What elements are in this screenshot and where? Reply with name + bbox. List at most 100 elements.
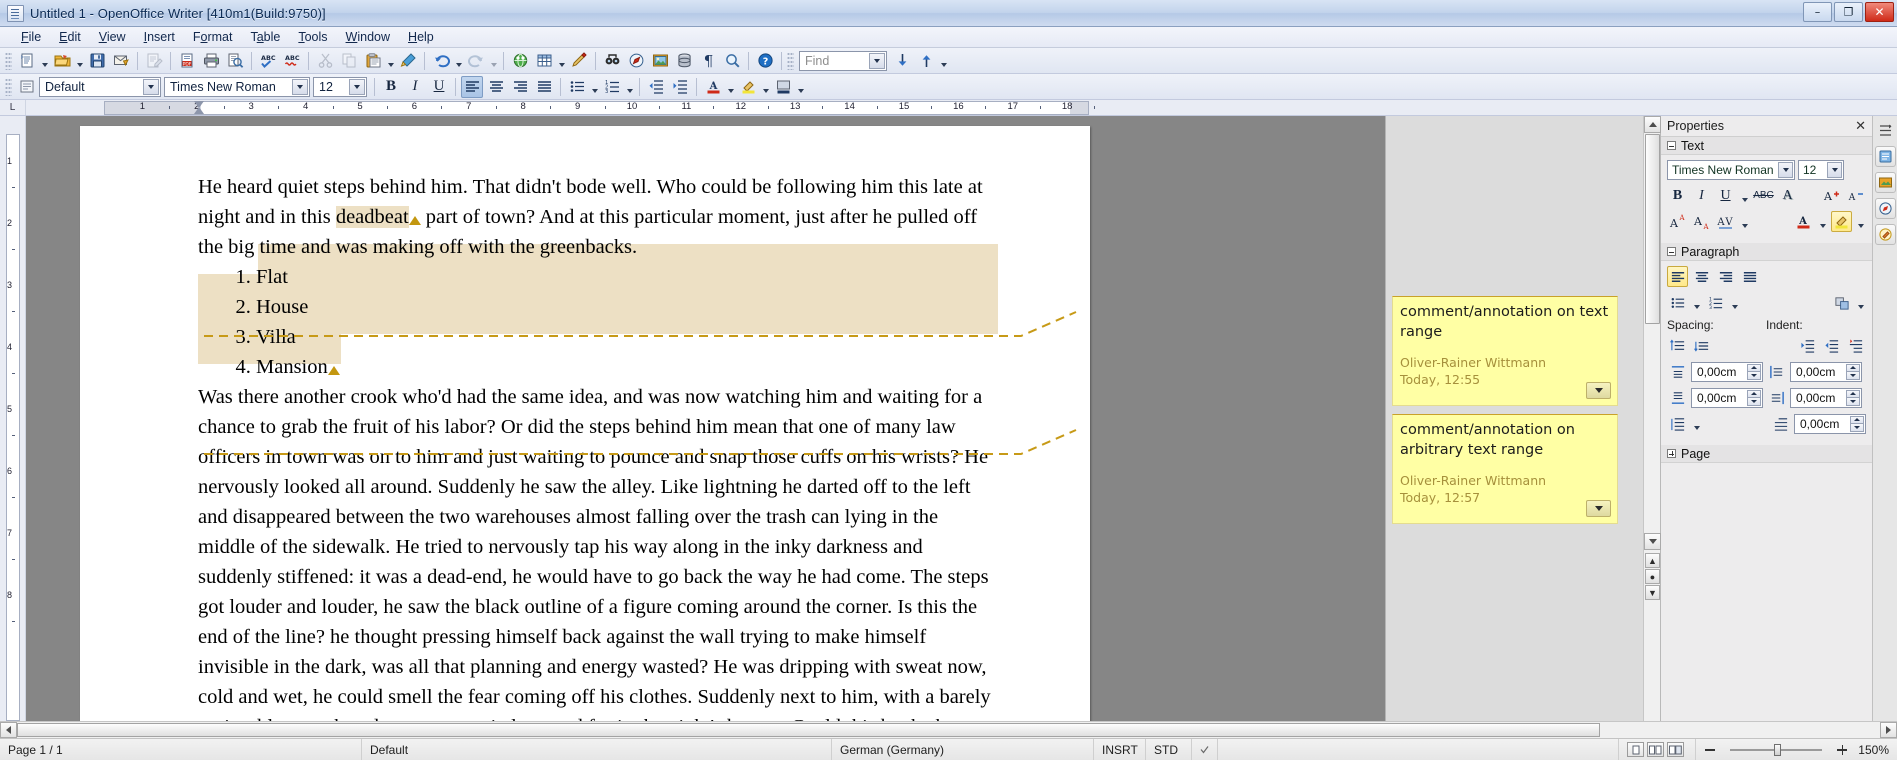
find-dropdown-icon[interactable] <box>869 53 885 69</box>
open-document-icon[interactable] <box>51 50 73 72</box>
scroll-up-button[interactable] <box>1644 116 1661 133</box>
document-list[interactable]: Flat House Villa Mansion <box>198 262 998 382</box>
sidebar-font-name-dropdown-icon[interactable] <box>1778 162 1793 178</box>
sidebar-highlighting-icon[interactable] <box>1831 211 1852 232</box>
page-section-expander-icon[interactable] <box>1667 449 1676 458</box>
justified-icon[interactable] <box>533 76 555 98</box>
paragraph-background-color-dropdown-icon[interactable] <box>1855 292 1866 313</box>
menu-format[interactable]: Format <box>184 28 242 46</box>
maximize-button[interactable]: ❐ <box>1834 2 1863 22</box>
horizontal-scrollbar[interactable] <box>0 721 1897 738</box>
ruler-unit-indicator[interactable]: L <box>0 100 26 115</box>
sidebar-justified-icon[interactable] <box>1739 266 1760 287</box>
comment-text[interactable]: comment/annotation on arbitrary text ran… <box>1400 420 1610 460</box>
left-indent-marker[interactable] <box>194 107 204 114</box>
properties-sidebar[interactable]: Properties ✕ Text Times New Roman 12 <box>1660 116 1872 721</box>
scroll-down-button[interactable] <box>1644 533 1661 550</box>
navigator-tab-icon[interactable] <box>1875 198 1896 219</box>
toolbar-grip[interactable] <box>5 52 12 70</box>
font-name-dropdown-icon[interactable] <box>292 79 308 95</box>
zoom-out-icon[interactable] <box>1704 744 1716 756</box>
email-document-icon[interactable] <box>110 50 132 72</box>
sidebar-font-name-combo[interactable]: Times New Roman <box>1667 160 1795 180</box>
font-color-dropdown-icon[interactable] <box>725 76 736 98</box>
navigator-icon[interactable] <box>625 50 647 72</box>
indent-after-input[interactable]: 0,00cm <box>1790 388 1862 408</box>
sidebar-section-paragraph[interactable]: Paragraph <box>1661 243 1872 261</box>
list-item[interactable]: Flat <box>256 262 998 292</box>
sidebar-ordered-list-icon[interactable]: 123 <box>1705 292 1726 313</box>
menu-file[interactable]: File <box>12 28 50 46</box>
save-document-icon[interactable] <box>86 50 108 72</box>
multi-page-view-icon[interactable] <box>1647 742 1664 757</box>
commented-word[interactable]: deadbeat <box>336 206 409 228</box>
table-icon[interactable] <box>533 50 555 72</box>
ordered-list-dropdown-icon[interactable] <box>624 76 635 98</box>
list-item[interactable]: Villa <box>256 322 998 352</box>
menu-window[interactable]: Window <box>337 28 399 46</box>
apply-style-icon[interactable] <box>16 76 38 98</box>
indent-before-input[interactable]: 0,00cm <box>1790 362 1862 382</box>
sidebar-underline-button[interactable]: U <box>1715 185 1736 206</box>
sidebar-align-center-icon[interactable] <box>1691 266 1712 287</box>
list-item[interactable]: House <box>256 292 998 322</box>
line-spacing-icon[interactable] <box>1667 413 1688 434</box>
close-button[interactable]: ✕ <box>1865 2 1894 22</box>
paste-icon[interactable] <box>362 50 384 72</box>
vertical-scroll-thumb[interactable] <box>1645 134 1660 324</box>
decrease-spacing-icon[interactable] <box>1691 335 1712 356</box>
navigation-button[interactable]: ● <box>1645 569 1660 584</box>
single-page-view-icon[interactable] <box>1627 742 1644 757</box>
sidebar-font-color-icon[interactable]: A <box>1793 211 1814 232</box>
menu-table[interactable]: Table <box>241 28 289 46</box>
zoom-slider[interactable] <box>1716 743 1836 757</box>
table-dropdown-icon[interactable] <box>556 50 567 72</box>
sidebar-font-size-combo[interactable]: 12 <box>1798 160 1844 180</box>
background-color-dropdown-icon[interactable] <box>795 76 806 98</box>
horizontal-scroll-track[interactable] <box>17 722 1880 738</box>
vertical-ruler[interactable]: 12345678 <box>0 116 26 721</box>
bold-button[interactable]: B <box>380 76 402 98</box>
new-document-dropdown-icon[interactable] <box>39 50 50 72</box>
comment-anchor-2[interactable] <box>328 366 340 375</box>
list-item[interactable]: Mansion <box>256 352 998 382</box>
hyperlink-icon[interactable] <box>509 50 531 72</box>
comment-pane[interactable]: comment/annotation on text range Oliver-… <box>1385 116 1643 721</box>
undo-dropdown-icon[interactable] <box>453 50 464 72</box>
increase-font-icon[interactable]: A <box>1821 185 1842 206</box>
status-page-style[interactable]: Default <box>362 739 832 760</box>
paragraph-background-color-icon[interactable] <box>1831 292 1852 313</box>
font-color-icon[interactable]: A <box>702 76 724 98</box>
minimize-button[interactable]: – <box>1803 2 1832 22</box>
highlighting-dropdown-icon[interactable] <box>760 76 771 98</box>
sidebar-font-color-dropdown-icon[interactable] <box>1817 211 1828 232</box>
undo-icon[interactable] <box>430 50 452 72</box>
sidebar-strikethrough-button[interactable]: ABC <box>1753 185 1774 206</box>
menu-help[interactable]: Help <box>399 28 443 46</box>
subscript-icon[interactable]: AA <box>1691 211 1712 232</box>
copy-icon[interactable] <box>338 50 360 72</box>
status-zoom-level[interactable]: 150% <box>1858 743 1889 757</box>
comment-card[interactable]: comment/annotation on text range Oliver-… <box>1392 296 1618 406</box>
page-preview-icon[interactable] <box>224 50 246 72</box>
print-file-icon[interactable] <box>200 50 222 72</box>
character-spacing-dropdown-icon[interactable] <box>1739 211 1750 232</box>
sidebar-underline-dropdown-icon[interactable] <box>1739 185 1750 206</box>
sidebar-align-right-icon[interactable] <box>1715 266 1736 287</box>
vertical-scrollbar[interactable]: ▲ ● ▼ <box>1643 116 1660 721</box>
find-input[interactable]: Find <box>799 51 887 71</box>
next-page-button[interactable]: ▼ <box>1645 585 1660 600</box>
status-insert-mode[interactable]: INSRT <box>1094 739 1146 760</box>
styles-tab-icon[interactable] <box>1875 224 1896 245</box>
paragraph-style-combo[interactable]: Default <box>39 77 161 97</box>
find-toolbar-grip[interactable] <box>787 52 794 70</box>
increase-indent-sidebar-icon[interactable] <box>1797 335 1818 356</box>
menu-edit[interactable]: Edit <box>50 28 90 46</box>
sidebar-italic-button[interactable]: I <box>1691 185 1712 206</box>
menu-insert[interactable]: Insert <box>135 28 184 46</box>
sidebar-align-left-icon[interactable] <box>1667 266 1688 287</box>
show-draw-functions-icon[interactable] <box>568 50 590 72</box>
open-document-dropdown-icon[interactable] <box>74 50 85 72</box>
status-selection-mode[interactable]: STD <box>1146 739 1192 760</box>
superscript-icon[interactable]: AA <box>1667 211 1688 232</box>
